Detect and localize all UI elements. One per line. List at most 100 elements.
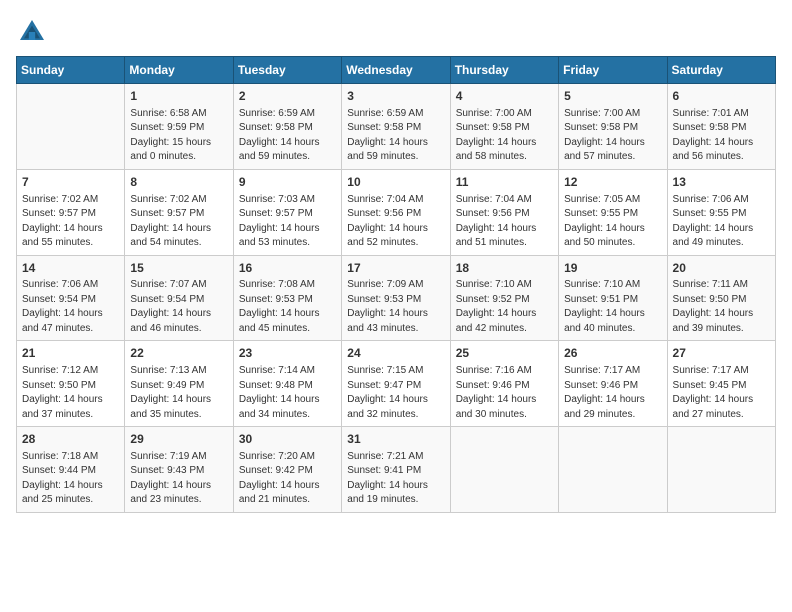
day-number: 23	[239, 345, 336, 362]
day-number: 4	[456, 88, 553, 105]
cell-content: Sunrise: 7:04 AM Sunset: 9:56 PM Dayligh…	[347, 193, 444, 251]
calendar-cell	[17, 84, 125, 170]
day-number: 3	[347, 88, 444, 105]
cell-content: Sunrise: 7:10 AM Sunset: 9:51 PM Dayligh…	[564, 278, 661, 336]
calendar-cell: 9 Sunrise: 7:03 AM Sunset: 9:57 PM Daylig…	[233, 169, 341, 255]
day-number: 27	[673, 345, 770, 362]
week-row-1: 7 Sunrise: 7:02 AM Sunset: 9:57 PM Daylig…	[17, 169, 776, 255]
cell-content: Sunrise: 7:06 AM Sunset: 9:55 PM Dayligh…	[673, 193, 770, 251]
calendar-cell: 21Sunrise: 7:12 AM Sunset: 9:50 PM Dayli…	[17, 341, 125, 427]
cell-content: Sunrise: 7:08 AM Sunset: 9:53 PM Dayligh…	[239, 278, 336, 336]
calendar-body: 1Sunrise: 6:58 AM Sunset: 9:59 PM Daylig…	[17, 84, 776, 513]
calendar-cell: 8 Sunrise: 7:02 AM Sunset: 9:57 PM Daylig…	[125, 169, 233, 255]
day-number: 17	[347, 260, 444, 277]
calendar-cell: 4 Sunrise: 7:00 AM Sunset: 9:58 PM Daylig…	[450, 84, 558, 170]
header-day-sunday: Sunday	[17, 57, 125, 84]
cell-content: Sunrise: 7:09 AM Sunset: 9:53 PM Dayligh…	[347, 278, 444, 336]
cell-content: Sunrise: 7:02 AM Sunset: 9:57 PM Dayligh…	[22, 193, 119, 251]
calendar-cell: 7 Sunrise: 7:02 AM Sunset: 9:57 PM Daylig…	[17, 169, 125, 255]
cell-content: Sunrise: 7:12 AM Sunset: 9:50 PM Dayligh…	[22, 364, 119, 422]
week-row-2: 14Sunrise: 7:06 AM Sunset: 9:54 PM Dayli…	[17, 255, 776, 341]
logo	[16, 16, 52, 48]
day-number: 16	[239, 260, 336, 277]
cell-content: Sunrise: 7:10 AM Sunset: 9:52 PM Dayligh…	[456, 278, 553, 336]
header-day-wednesday: Wednesday	[342, 57, 450, 84]
calendar-cell: 29 Sunrise: 7:19 AM Sunset: 9:43 PM Dayli…	[125, 427, 233, 513]
day-number: 26	[564, 345, 661, 362]
cell-content: Sunrise: 7:17 AM Sunset: 9:46 PM Dayligh…	[564, 364, 661, 422]
day-number: 19	[564, 260, 661, 277]
day-number: 14	[22, 260, 119, 277]
cell-content: Sunrise: 7:03 AM Sunset: 9:57 PM Dayligh…	[239, 193, 336, 251]
day-number: 20	[673, 260, 770, 277]
day-number: 25	[456, 345, 553, 362]
calendar-cell: 18Sunrise: 7:10 AM Sunset: 9:52 PM Dayli…	[450, 255, 558, 341]
calendar-cell: 1Sunrise: 6:58 AM Sunset: 9:59 PM Daylig…	[125, 84, 233, 170]
calendar-cell: 12 Sunrise: 7:05 AM Sunset: 9:55 PM Dayli…	[559, 169, 667, 255]
page-header	[16, 16, 776, 48]
calendar-cell: 5 Sunrise: 7:00 AM Sunset: 9:58 PM Daylig…	[559, 84, 667, 170]
calendar-cell: 15Sunrise: 7:07 AM Sunset: 9:54 PM Dayli…	[125, 255, 233, 341]
header-day-monday: Monday	[125, 57, 233, 84]
calendar-cell: 6Sunrise: 7:01 AM Sunset: 9:58 PM Daylig…	[667, 84, 775, 170]
calendar-cell: 17Sunrise: 7:09 AM Sunset: 9:53 PM Dayli…	[342, 255, 450, 341]
cell-content: Sunrise: 7:14 AM Sunset: 9:48 PM Dayligh…	[239, 364, 336, 422]
cell-content: Sunrise: 7:05 AM Sunset: 9:55 PM Dayligh…	[564, 193, 661, 251]
cell-content: Sunrise: 7:11 AM Sunset: 9:50 PM Dayligh…	[673, 278, 770, 336]
calendar-cell: 14Sunrise: 7:06 AM Sunset: 9:54 PM Dayli…	[17, 255, 125, 341]
week-row-3: 21Sunrise: 7:12 AM Sunset: 9:50 PM Dayli…	[17, 341, 776, 427]
calendar-cell: 2 Sunrise: 6:59 AM Sunset: 9:58 PM Daylig…	[233, 84, 341, 170]
calendar-cell: 22Sunrise: 7:13 AM Sunset: 9:49 PM Dayli…	[125, 341, 233, 427]
day-number: 2	[239, 88, 336, 105]
cell-content: Sunrise: 6:59 AM Sunset: 9:58 PM Dayligh…	[347, 107, 444, 165]
day-number: 30	[239, 431, 336, 448]
cell-content: Sunrise: 7:20 AM Sunset: 9:42 PM Dayligh…	[239, 450, 336, 508]
calendar: SundayMondayTuesdayWednesdayThursdayFrid…	[16, 56, 776, 513]
header-row: SundayMondayTuesdayWednesdayThursdayFrid…	[17, 57, 776, 84]
day-number: 6	[673, 88, 770, 105]
calendar-cell	[667, 427, 775, 513]
day-number: 28	[22, 431, 119, 448]
calendar-cell: 3 Sunrise: 6:59 AM Sunset: 9:58 PM Daylig…	[342, 84, 450, 170]
day-number: 29	[130, 431, 227, 448]
day-number: 9	[239, 174, 336, 191]
cell-content: Sunrise: 7:15 AM Sunset: 9:47 PM Dayligh…	[347, 364, 444, 422]
cell-content: Sunrise: 7:19 AM Sunset: 9:43 PM Dayligh…	[130, 450, 227, 508]
calendar-cell: 27 Sunrise: 7:17 AM Sunset: 9:45 PM Dayli…	[667, 341, 775, 427]
cell-content: Sunrise: 7:18 AM Sunset: 9:44 PM Dayligh…	[22, 450, 119, 508]
calendar-cell: 11 Sunrise: 7:04 AM Sunset: 9:56 PM Dayli…	[450, 169, 558, 255]
week-row-0: 1Sunrise: 6:58 AM Sunset: 9:59 PM Daylig…	[17, 84, 776, 170]
calendar-cell: 19Sunrise: 7:10 AM Sunset: 9:51 PM Dayli…	[559, 255, 667, 341]
calendar-cell: 10 Sunrise: 7:04 AM Sunset: 9:56 PM Dayli…	[342, 169, 450, 255]
cell-content: Sunrise: 6:59 AM Sunset: 9:58 PM Dayligh…	[239, 107, 336, 165]
calendar-cell: 30 Sunrise: 7:20 AM Sunset: 9:42 PM Dayli…	[233, 427, 341, 513]
day-number: 7	[22, 174, 119, 191]
day-number: 12	[564, 174, 661, 191]
day-number: 15	[130, 260, 227, 277]
header-day-friday: Friday	[559, 57, 667, 84]
day-number: 11	[456, 174, 553, 191]
calendar-cell: 23 Sunrise: 7:14 AM Sunset: 9:48 PM Dayli…	[233, 341, 341, 427]
week-row-4: 28 Sunrise: 7:18 AM Sunset: 9:44 PM Dayli…	[17, 427, 776, 513]
cell-content: Sunrise: 7:04 AM Sunset: 9:56 PM Dayligh…	[456, 193, 553, 251]
cell-content: Sunrise: 7:02 AM Sunset: 9:57 PM Dayligh…	[130, 193, 227, 251]
cell-content: Sunrise: 7:17 AM Sunset: 9:45 PM Dayligh…	[673, 364, 770, 422]
calendar-cell: 31Sunrise: 7:21 AM Sunset: 9:41 PM Dayli…	[342, 427, 450, 513]
calendar-cell: 16Sunrise: 7:08 AM Sunset: 9:53 PM Dayli…	[233, 255, 341, 341]
cell-content: Sunrise: 7:00 AM Sunset: 9:58 PM Dayligh…	[564, 107, 661, 165]
header-day-tuesday: Tuesday	[233, 57, 341, 84]
cell-content: Sunrise: 7:06 AM Sunset: 9:54 PM Dayligh…	[22, 278, 119, 336]
day-number: 8	[130, 174, 227, 191]
calendar-header: SundayMondayTuesdayWednesdayThursdayFrid…	[17, 57, 776, 84]
calendar-cell: 13Sunrise: 7:06 AM Sunset: 9:55 PM Dayli…	[667, 169, 775, 255]
cell-content: Sunrise: 7:00 AM Sunset: 9:58 PM Dayligh…	[456, 107, 553, 165]
day-number: 10	[347, 174, 444, 191]
calendar-cell	[559, 427, 667, 513]
cell-content: Sunrise: 7:07 AM Sunset: 9:54 PM Dayligh…	[130, 278, 227, 336]
day-number: 5	[564, 88, 661, 105]
logo-icon	[16, 16, 48, 48]
calendar-cell	[450, 427, 558, 513]
calendar-cell: 20Sunrise: 7:11 AM Sunset: 9:50 PM Dayli…	[667, 255, 775, 341]
day-number: 24	[347, 345, 444, 362]
cell-content: Sunrise: 6:58 AM Sunset: 9:59 PM Dayligh…	[130, 107, 227, 165]
